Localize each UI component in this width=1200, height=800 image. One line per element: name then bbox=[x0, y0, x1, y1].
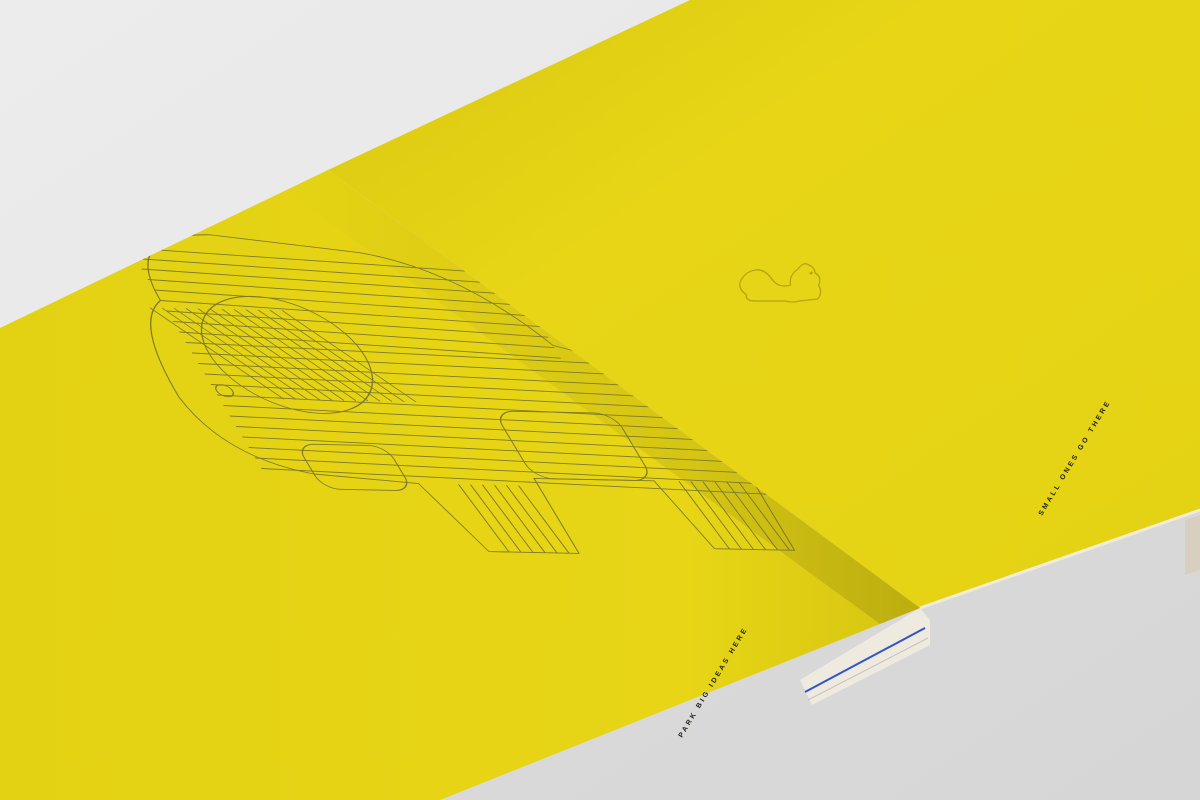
notebook-photo: SMALL ONES GO THERE PARK BIG IDEAS HERE bbox=[0, 0, 1200, 800]
